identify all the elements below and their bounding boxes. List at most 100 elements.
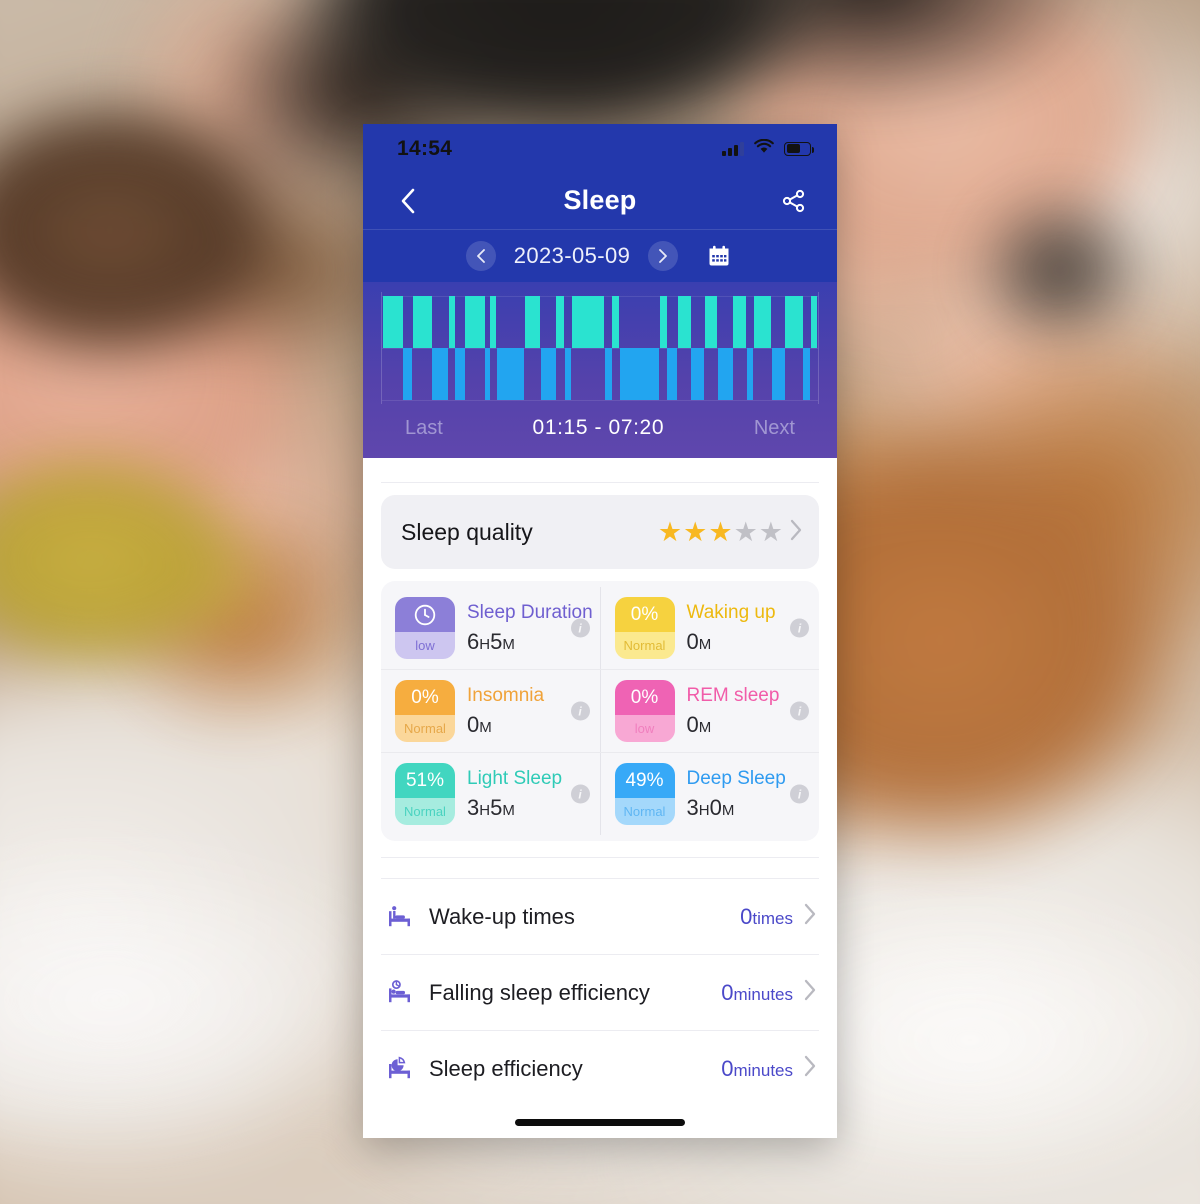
metric-level-label: low	[614, 714, 675, 743]
list-item-value: 0minutes	[721, 979, 793, 1005]
chart-bar-deep	[604, 348, 612, 401]
chart-next-button[interactable]: Next	[754, 417, 795, 440]
metric-level-label: Normal	[395, 797, 455, 826]
chart-bar-deep	[432, 348, 448, 401]
list-item[interactable]: Wake-up times 0times	[381, 878, 819, 954]
content-area: Sleep quality ★ ★ ★ ★ ★ low Sleep Duration 6H5…	[363, 458, 837, 1107]
info-icon[interactable]: i	[790, 701, 809, 721]
phone-screen: 14:54 Sleep 2023-05-09 Last 01:15 - 07:2…	[363, 124, 837, 1138]
chart-bar-light	[733, 296, 747, 349]
back-button[interactable]	[391, 184, 425, 218]
chart-bar-light	[525, 296, 541, 349]
bed-person-sitting-icon	[383, 904, 417, 930]
sleep-metrics-grid: low Sleep Duration 6H5M i 0% Normal Waking up 0…	[381, 581, 820, 842]
chart-last-button[interactable]: Last	[405, 417, 443, 440]
chart-bar-deep	[667, 348, 677, 401]
chart-bar-deep	[746, 348, 754, 401]
chart-bar-light	[412, 296, 432, 349]
star-empty-icon[interactable]: ★	[759, 518, 783, 546]
list-item-label: Falling sleep efficiency	[429, 979, 650, 1005]
metric-title: REM sleep	[686, 684, 780, 706]
chart-bar-deep	[564, 348, 572, 401]
star-empty-icon[interactable]: ★	[734, 518, 758, 546]
metric-value: 0M	[467, 711, 492, 737]
chart-time-range: 01:15 - 07:20	[532, 416, 665, 440]
metric-percent: 0%	[395, 680, 455, 715]
metric-title: Deep Sleep	[686, 767, 786, 789]
chart-bar-deep	[619, 348, 660, 401]
cellular-signal-icon	[722, 141, 744, 157]
metric-deep-sleep[interactable]: 49% Normal Deep Sleep 3H0M i	[599, 753, 820, 836]
metric-percent: 49%	[614, 763, 675, 798]
chevron-right-icon[interactable]	[803, 978, 817, 1007]
star-filled-icon[interactable]: ★	[658, 518, 682, 546]
metrics-row: low Sleep Duration 6H5M i 0% Normal Waking up 0…	[381, 587, 820, 670]
chart-bar-deep	[496, 348, 525, 401]
chevron-right-icon[interactable]	[789, 518, 803, 547]
sleep-quality-card[interactable]: Sleep quality ★ ★ ★ ★ ★	[381, 495, 819, 570]
chart-footer: Last 01:15 - 07:20 Next	[363, 404, 837, 458]
sleep-quality-stars[interactable]: ★ ★ ★ ★ ★	[658, 518, 783, 546]
clock-icon	[395, 597, 455, 632]
metric-value: 6H5M	[467, 628, 515, 654]
share-icon[interactable]	[777, 184, 811, 218]
metric-value: 3H0M	[686, 794, 735, 820]
metric-text: REM sleep 0M	[687, 685, 808, 738]
metric-sleep-duration[interactable]: low Sleep Duration 6H5M i	[381, 587, 600, 669]
metric-rem-sleep[interactable]: 0% low REM sleep 0M i	[599, 670, 820, 753]
date-selector: 2023-05-09	[363, 229, 837, 283]
chart-bar-light	[612, 296, 620, 349]
status-bar: 14:54	[363, 124, 837, 174]
info-icon[interactable]: i	[570, 701, 590, 721]
info-icon[interactable]: i	[570, 784, 590, 804]
metric-title: Waking up	[686, 601, 776, 623]
metric-text: Sleep Duration 6H5M	[467, 601, 593, 655]
metric-badge: 49% Normal	[614, 763, 675, 826]
star-filled-icon[interactable]: ★	[683, 518, 707, 546]
bed-clock-icon	[383, 980, 417, 1006]
status-time: 14:54	[397, 136, 453, 160]
metric-value: 3H5M	[467, 794, 515, 820]
star-filled-icon[interactable]: ★	[708, 518, 732, 546]
chart-bar-light	[556, 296, 564, 349]
metric-waking-up[interactable]: 0% Normal Waking up 0M i	[599, 587, 820, 670]
chart-gridline	[382, 400, 818, 402]
sleep-stages-chart[interactable]: Last 01:15 - 07:20 Next	[363, 282, 837, 459]
info-icon[interactable]: i	[790, 784, 809, 804]
chevron-right-icon[interactable]	[803, 1054, 817, 1083]
metric-badge: 51% Normal	[395, 763, 455, 826]
list-item[interactable]: Falling sleep efficiency 0minutes	[381, 954, 819, 1030]
chart-bar-deep	[771, 348, 785, 401]
metric-badge: 0% low	[614, 680, 675, 743]
status-icons	[722, 138, 815, 159]
sleep-quality-label: Sleep quality	[401, 518, 533, 545]
chart-bar-light	[448, 296, 455, 349]
previous-day-button[interactable]	[465, 240, 496, 271]
info-icon[interactable]: i	[790, 618, 809, 638]
chart-bar-light	[571, 296, 605, 349]
chart-bar-deep	[455, 348, 465, 401]
chart-bar-light	[810, 296, 817, 349]
metric-level-label: low	[395, 631, 455, 660]
metric-badge: low	[395, 597, 455, 660]
chart-bar-light	[677, 296, 691, 349]
calendar-icon[interactable]	[704, 241, 734, 271]
next-day-button[interactable]	[648, 240, 679, 271]
chart-bar-deep	[691, 348, 705, 401]
metric-light-sleep[interactable]: 51% Normal Light Sleep 3H5M i	[381, 753, 600, 835]
chart-bar-deep	[803, 348, 811, 401]
metric-insomnia[interactable]: 0% Normal Insomnia 0M i	[381, 670, 600, 752]
chart-bar-light	[704, 296, 718, 349]
hypnogram-plot[interactable]	[381, 292, 819, 405]
metric-title: Light Sleep	[467, 767, 563, 789]
list-item[interactable]: Sleep efficiency 0minutes	[381, 1030, 819, 1106]
metric-badge: 0% Normal	[395, 680, 455, 743]
home-indicator[interactable]	[515, 1118, 685, 1126]
battery-icon	[784, 141, 815, 156]
divider-bottom	[381, 857, 819, 859]
chevron-right-icon[interactable]	[803, 902, 817, 931]
info-icon[interactable]: i	[570, 618, 590, 638]
home-indicator-area	[363, 1106, 837, 1138]
selected-date[interactable]: 2023-05-09	[514, 243, 631, 269]
metric-title: Sleep Duration	[467, 601, 593, 623]
